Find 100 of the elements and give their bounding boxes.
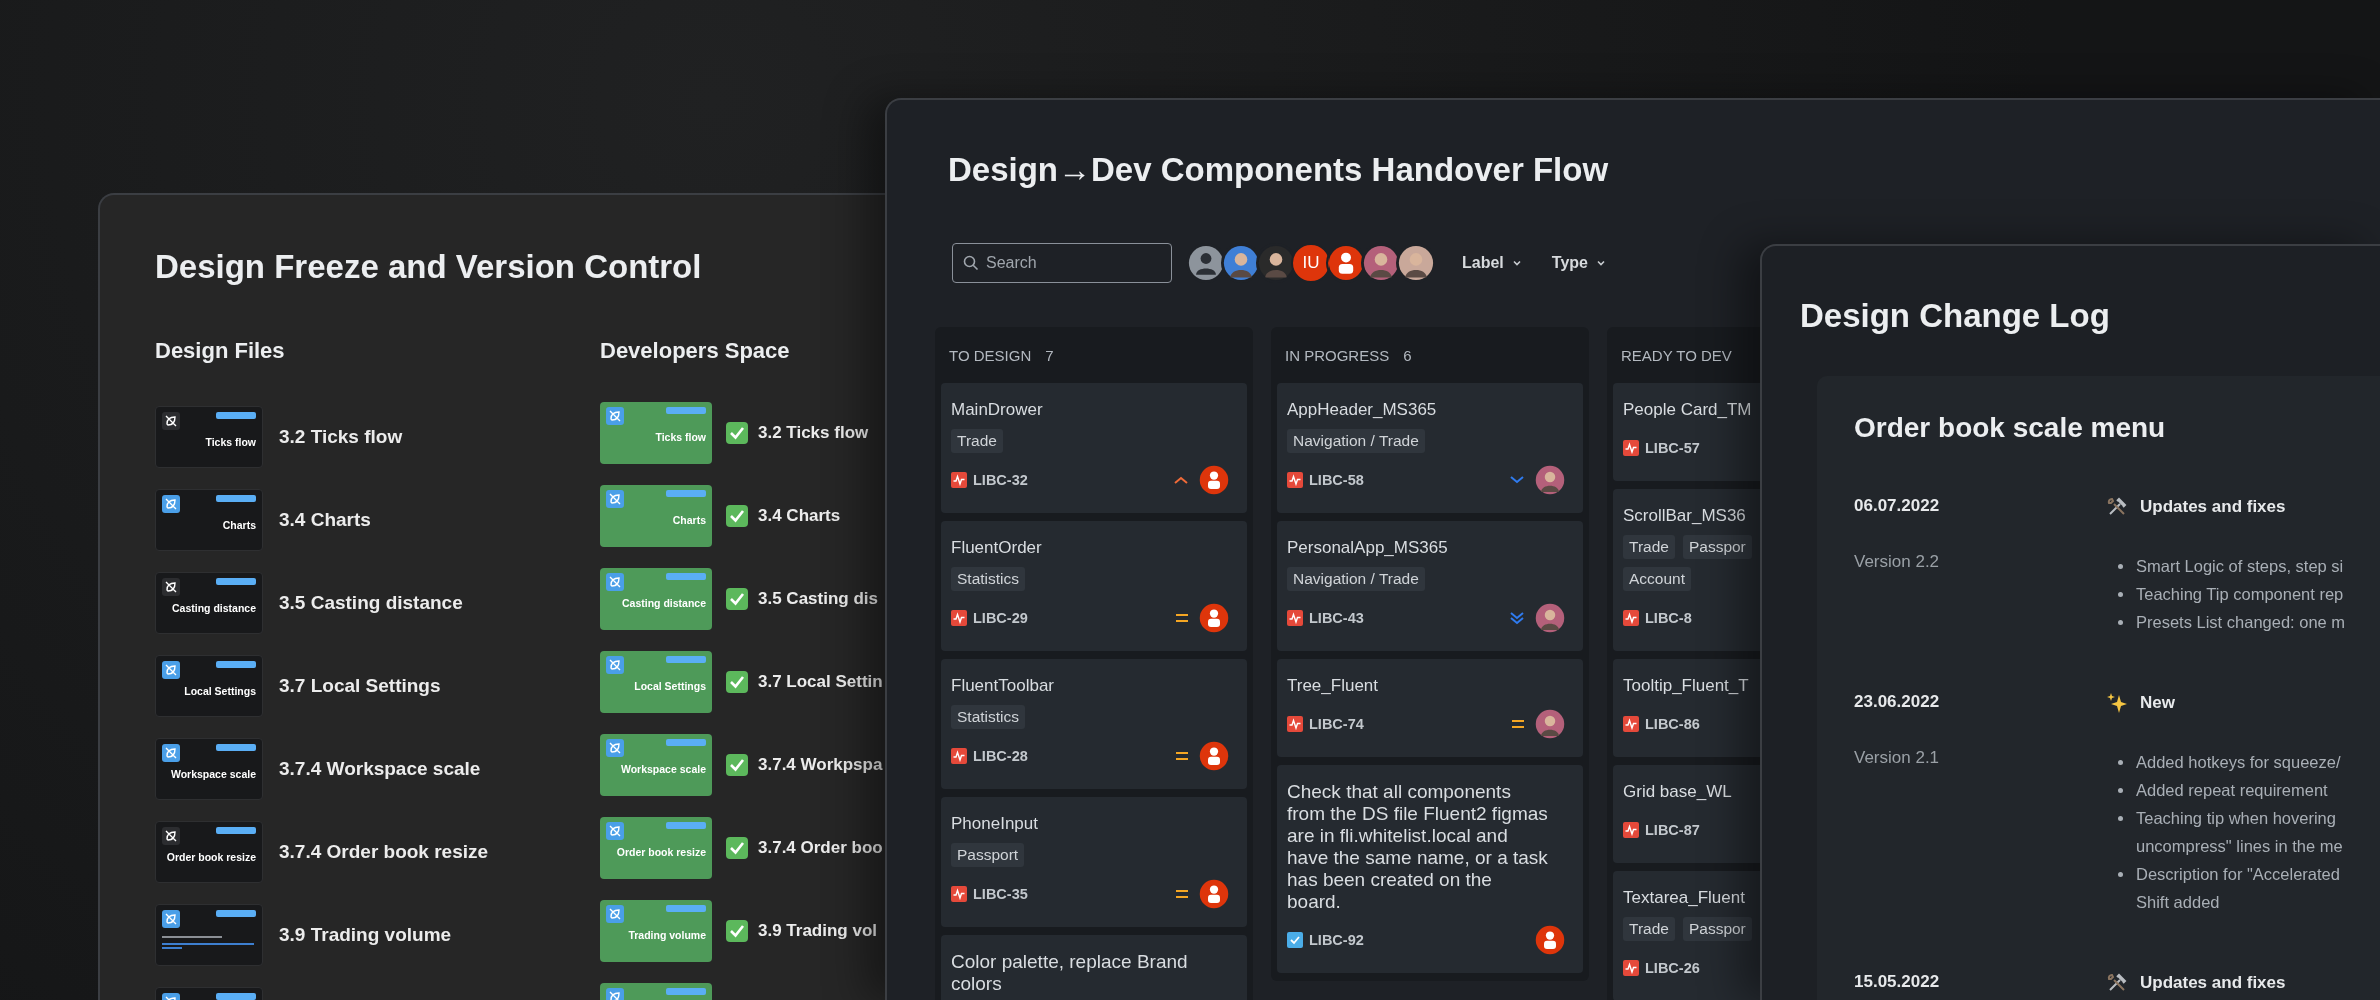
card-title: PhoneInput [951,813,1039,835]
file-title[interactable]: 3.7.4 Workspace scale [279,758,481,780]
avatar[interactable] [1396,243,1436,283]
column-count: 6 [1403,346,1412,364]
filter-dropdown[interactable]: Label [1458,248,1526,278]
task-card[interactable]: PersonalApp_MS365 Navigation / Trade LIBC-43 [1277,521,1583,651]
file-title[interactable]: 3.7 Local Settings [279,675,441,697]
file-title[interactable]: 3.7 Local Settin [758,672,883,692]
file-title[interactable]: 3.4 Charts [279,509,371,531]
status-pill [666,490,706,497]
thumbnail-label: Order book resize [616,846,706,858]
task-card[interactable]: Tree_Fluent LIBC-74 [1277,659,1583,757]
file-thumbnail[interactable]: Charts [155,489,263,551]
thumbnail-label: Local Settings [634,680,706,692]
tag: Trade [951,429,1003,453]
thumbnail-label: Casting distance [621,597,706,609]
thumbnail-label: Casting distance [171,602,256,614]
thumbnail-label: Trading volume [628,929,706,941]
task-card[interactable]: Color palette, replace Brand colors [941,935,1247,1000]
equals-icon [1175,888,1189,900]
status-pill [216,578,256,585]
tag: Passpor [1682,917,1752,941]
tag: Navigation / Trade [1287,429,1425,453]
file-title[interactable]: 3.4 Charts [758,506,841,526]
status-pill [666,573,706,580]
equals-icon [1175,612,1189,624]
leaf-icon [606,739,624,757]
bullet-item: Presets List changed: one m [2136,612,2346,633]
issue-key: LIBC-26 [1645,960,1700,976]
tag: Navigation / Trade [1287,567,1425,591]
tag: Account [1623,567,1691,591]
task-card[interactable]: FluentOrder Statistics LIBC-29 [941,521,1247,651]
thumbnail-label: Order book resize [166,851,256,863]
task-card[interactable]: Tooltip_Fluent_T LIBC-86 [1613,659,1761,757]
file-thumbnail[interactable]: Local Settings [155,655,263,717]
search-field[interactable]: Search [952,243,1172,283]
task-card[interactable]: ScrollBar_MS36 Trade Passpor Account LIBC-8 [1613,489,1761,651]
activity-icon [1623,822,1639,838]
checkbox-icon [1287,932,1303,948]
file-thumbnail[interactable]: Ticks flow [155,406,263,468]
file-thumbnail[interactable]: Order book resize [155,821,263,883]
file-title[interactable]: 3.7.4 Workpspa [758,755,883,775]
file-thumbnail[interactable] [155,904,263,966]
avatar [1199,603,1229,633]
bullet-item: Description for "Accelerated Shift added [2136,864,2340,913]
thumbnail-label: Workspace scale [620,763,706,775]
file-title[interactable]: 3.7.4 Order boo [758,838,883,858]
task-card[interactable]: Grid base_WL LIBC-87 [1613,765,1761,863]
avatar[interactable] [1326,243,1366,283]
file-title[interactable]: 3.9 Trading vol [758,921,878,941]
tag: Statistics [951,567,1025,591]
avatar [1199,879,1229,909]
file-title[interactable]: 3.2 Ticks flow [279,426,403,448]
file-title[interactable]: 3.5 Casting distance [279,592,463,614]
task-card[interactable]: AppHeader_MS365 Navigation / Trade LIBC-58 [1277,383,1583,513]
bullet-dot [2118,620,2123,625]
card-title: Grid base_WL [1623,781,1733,803]
task-card[interactable]: People Card_TM LIBC-57 [1613,383,1761,481]
task-card[interactable]: Check that all components from the DS file Fluent2 figmas are in fli.whitelist.local and have the same name, or a task has been created on the board. LIBC-92 [1277,765,1583,973]
task-card[interactable]: FluentToolbar Statistics LIBC-28 [941,659,1247,789]
task-card[interactable]: MainDrower Trade LIBC-32 [941,383,1247,513]
status-pill [666,905,706,912]
window-title: Design Freeze and Version Control [155,247,703,287]
leaf-icon [606,490,624,508]
chevron-down-icon [1595,258,1606,268]
file-title[interactable]: 3.2 Ticks flow [758,423,869,443]
task-card[interactable]: Textarea_Fluent Trade Passpor LIBC-26 [1613,871,1761,1000]
card-title: People Card_TM [1623,399,1753,421]
issue-key: LIBC-87 [1645,822,1700,838]
filter-dropdown[interactable]: Type [1547,248,1610,278]
sparkles-icon [2106,692,2128,714]
task-card[interactable]: PhoneInput Passport LIBC-35 [941,797,1247,927]
equals-icon [1175,750,1189,762]
status-pill [216,827,256,834]
version-label: Version 2.1 [1854,748,1941,769]
file-title[interactable]: 3.9 Trading volume [279,924,452,946]
issue-key: LIBC-43 [1309,610,1364,626]
file-thumbnail[interactable]: Casting distance [155,572,263,634]
leaf-icon [606,407,624,425]
search-icon [963,255,979,271]
file-title[interactable]: 3.7.4 Order book resize [279,841,489,863]
issue-key: LIBC-86 [1645,716,1700,732]
bullet-dot [2118,816,2123,821]
version-label: Version 2.2 [1854,552,1941,573]
avatar[interactable] [1361,243,1401,283]
file-thumbnail[interactable]: Workspace scale [155,738,263,800]
entry-date: 06.07.2022 [1854,496,1941,517]
entry-date: 23.06.2022 [1854,692,1941,713]
file-title[interactable]: 3.5 Casting dis [758,589,878,609]
card-title: FluentOrder [951,537,1043,559]
status-pill [666,739,706,746]
leaf-icon [606,573,624,591]
tag: Passpor [1682,535,1752,559]
bullet-item: Added hotkeys for squeeze/ [2136,752,2341,773]
avatar[interactable] [1221,243,1261,283]
bullet-dot [2118,564,2123,569]
activity-icon [951,610,967,626]
leaf-icon [606,905,624,923]
bullet-item: Added repeat requirement [2136,780,2328,801]
avatar[interactable]: IU [1291,243,1331,283]
